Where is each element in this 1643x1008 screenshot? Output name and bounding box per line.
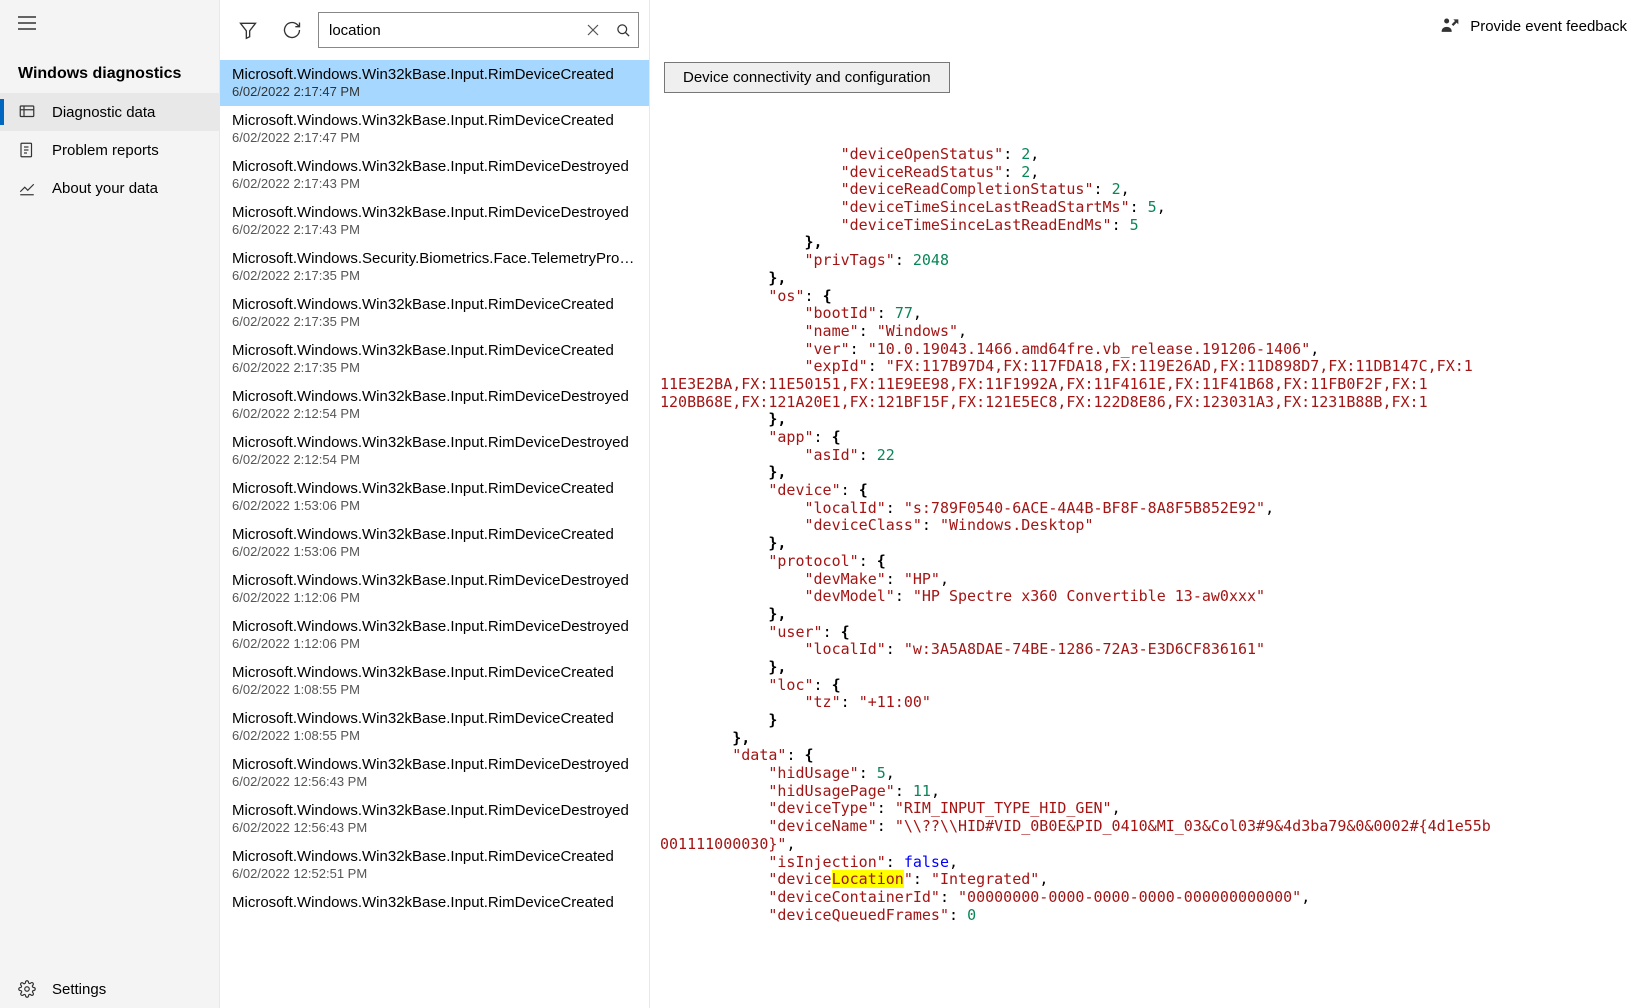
event-item[interactable]: Microsoft.Windows.Win32kBase.Input.RimDe… — [220, 290, 649, 336]
refresh-button[interactable] — [274, 12, 310, 48]
event-time: 6/02/2022 1:12:06 PM — [232, 636, 637, 651]
event-time: 6/02/2022 1:53:06 PM — [232, 498, 637, 513]
search-icon — [616, 23, 631, 38]
event-time: 6/02/2022 12:56:43 PM — [232, 820, 637, 835]
event-item[interactable]: Microsoft.Windows.Win32kBase.Input.RimDe… — [220, 888, 649, 919]
event-item[interactable]: Microsoft.Windows.Win32kBase.Input.RimDe… — [220, 60, 649, 106]
events-pane: Microsoft.Windows.Win32kBase.Input.RimDe… — [220, 0, 650, 1008]
nav-item-about-your-data[interactable]: About your data — [0, 169, 219, 207]
event-name: Microsoft.Windows.Security.Biometrics.Fa… — [232, 250, 637, 267]
event-name: Microsoft.Windows.Win32kBase.Input.RimDe… — [232, 664, 637, 681]
nav-items: Diagnostic data Problem reports About your… — [0, 93, 219, 970]
event-name: Microsoft.Windows.Win32kBase.Input.RimDe… — [232, 526, 637, 543]
event-name: Microsoft.Windows.Win32kBase.Input.RimDe… — [232, 296, 637, 313]
event-time: 6/02/2022 2:17:47 PM — [232, 84, 637, 99]
event-time: 6/02/2022 2:17:43 PM — [232, 176, 637, 191]
filter-icon — [238, 20, 258, 40]
event-item[interactable]: Microsoft.Windows.Win32kBase.Input.RimDe… — [220, 658, 649, 704]
event-name: Microsoft.Windows.Win32kBase.Input.RimDe… — [232, 480, 637, 497]
category-chip[interactable]: Device connectivity and configuration — [664, 62, 950, 93]
event-name: Microsoft.Windows.Win32kBase.Input.RimDe… — [232, 756, 637, 773]
events-toolbar — [220, 0, 649, 60]
nav-label: Problem reports — [52, 142, 159, 159]
settings-nav-item[interactable]: Settings — [0, 970, 219, 1008]
event-item[interactable]: Microsoft.Windows.Win32kBase.Input.RimDe… — [220, 796, 649, 842]
event-item[interactable]: Microsoft.Windows.Win32kBase.Input.RimDe… — [220, 704, 649, 750]
event-name: Microsoft.Windows.Win32kBase.Input.RimDe… — [232, 342, 637, 359]
event-name: Microsoft.Windows.Win32kBase.Input.RimDe… — [232, 158, 637, 175]
hamburger-icon — [18, 16, 36, 30]
event-item[interactable]: Microsoft.Windows.Win32kBase.Input.RimDe… — [220, 106, 649, 152]
event-time: 6/02/2022 1:08:55 PM — [232, 682, 637, 697]
event-item[interactable]: Microsoft.Windows.Win32kBase.Input.RimDe… — [220, 198, 649, 244]
event-name: Microsoft.Windows.Win32kBase.Input.RimDe… — [232, 204, 637, 221]
event-time: 6/02/2022 12:52:51 PM — [232, 866, 637, 881]
event-name: Microsoft.Windows.Win32kBase.Input.RimDe… — [232, 848, 637, 865]
event-time: 6/02/2022 2:17:35 PM — [232, 268, 637, 283]
feedback-icon — [1440, 16, 1460, 36]
event-time: 6/02/2022 12:56:43 PM — [232, 774, 637, 789]
event-name: Microsoft.Windows.Win32kBase.Input.RimDe… — [232, 710, 637, 727]
event-name: Microsoft.Windows.Win32kBase.Input.RimDe… — [232, 572, 637, 589]
event-item[interactable]: Microsoft.Windows.Win32kBase.Input.RimDe… — [220, 750, 649, 796]
event-item[interactable]: Microsoft.Windows.Win32kBase.Input.RimDe… — [220, 428, 649, 474]
event-item[interactable]: Microsoft.Windows.Win32kBase.Input.RimDe… — [220, 566, 649, 612]
nav-icon — [18, 179, 36, 197]
refresh-icon — [282, 20, 302, 40]
feedback-button[interactable]: Provide event feedback — [1436, 10, 1631, 42]
nav-item-problem-reports[interactable]: Problem reports — [0, 131, 219, 169]
event-name: Microsoft.Windows.Win32kBase.Input.RimDe… — [232, 434, 637, 451]
event-name: Microsoft.Windows.Win32kBase.Input.RimDe… — [232, 112, 637, 129]
event-time: 6/02/2022 1:53:06 PM — [232, 544, 637, 559]
event-name: Microsoft.Windows.Win32kBase.Input.RimDe… — [232, 388, 637, 405]
event-list[interactable]: Microsoft.Windows.Win32kBase.Input.RimDe… — [220, 60, 649, 1008]
detail-top-bar: Provide event feedback — [650, 0, 1643, 52]
nav-label: About your data — [52, 180, 158, 197]
event-time: 6/02/2022 1:08:55 PM — [232, 728, 637, 743]
feedback-label: Provide event feedback — [1470, 18, 1627, 35]
search-box — [318, 12, 639, 48]
event-time: 6/02/2022 2:17:43 PM — [232, 222, 637, 237]
app-title: Windows diagnostics — [0, 49, 219, 93]
search-clear-button[interactable] — [578, 13, 608, 47]
event-time: 6/02/2022 2:12:54 PM — [232, 406, 637, 421]
nav-icon — [18, 141, 36, 159]
search-submit-button[interactable] — [608, 13, 638, 47]
hamburger-button[interactable] — [0, 0, 219, 49]
event-item[interactable]: Microsoft.Windows.Security.Biometrics.Fa… — [220, 244, 649, 290]
event-item[interactable]: Microsoft.Windows.Win32kBase.Input.RimDe… — [220, 336, 649, 382]
event-item[interactable]: Microsoft.Windows.Win32kBase.Input.RimDe… — [220, 152, 649, 198]
search-input[interactable] — [319, 13, 578, 47]
nav-item-diagnostic-data[interactable]: Diagnostic data — [0, 93, 219, 131]
event-name: Microsoft.Windows.Win32kBase.Input.RimDe… — [232, 618, 637, 635]
gear-icon — [18, 980, 36, 998]
event-time: 6/02/2022 2:17:47 PM — [232, 130, 637, 145]
detail-pane: Provide event feedback Device connectivi… — [650, 0, 1643, 1008]
event-item[interactable]: Microsoft.Windows.Win32kBase.Input.RimDe… — [220, 382, 649, 428]
event-time: 6/02/2022 2:12:54 PM — [232, 452, 637, 467]
event-item[interactable]: Microsoft.Windows.Win32kBase.Input.RimDe… — [220, 474, 649, 520]
json-view: "deviceOpenStatus": 2, "deviceReadStatus… — [650, 144, 1643, 934]
close-icon — [587, 24, 599, 36]
nav-icon — [18, 103, 36, 121]
nav-label: Diagnostic data — [52, 104, 155, 121]
event-item[interactable]: Microsoft.Windows.Win32kBase.Input.RimDe… — [220, 612, 649, 658]
event-item[interactable]: Microsoft.Windows.Win32kBase.Input.RimDe… — [220, 842, 649, 888]
event-name: Microsoft.Windows.Win32kBase.Input.RimDe… — [232, 66, 637, 83]
settings-label: Settings — [52, 981, 106, 998]
event-name: Microsoft.Windows.Win32kBase.Input.RimDe… — [232, 894, 637, 911]
sidebar: Windows diagnostics Diagnostic data Probl… — [0, 0, 220, 1008]
event-item[interactable]: Microsoft.Windows.Win32kBase.Input.RimDe… — [220, 520, 649, 566]
event-time: 6/02/2022 2:17:35 PM — [232, 314, 637, 329]
event-name: Microsoft.Windows.Win32kBase.Input.RimDe… — [232, 802, 637, 819]
event-time: 6/02/2022 1:12:06 PM — [232, 590, 637, 605]
event-time: 6/02/2022 2:17:35 PM — [232, 360, 637, 375]
filter-button[interactable] — [230, 12, 266, 48]
